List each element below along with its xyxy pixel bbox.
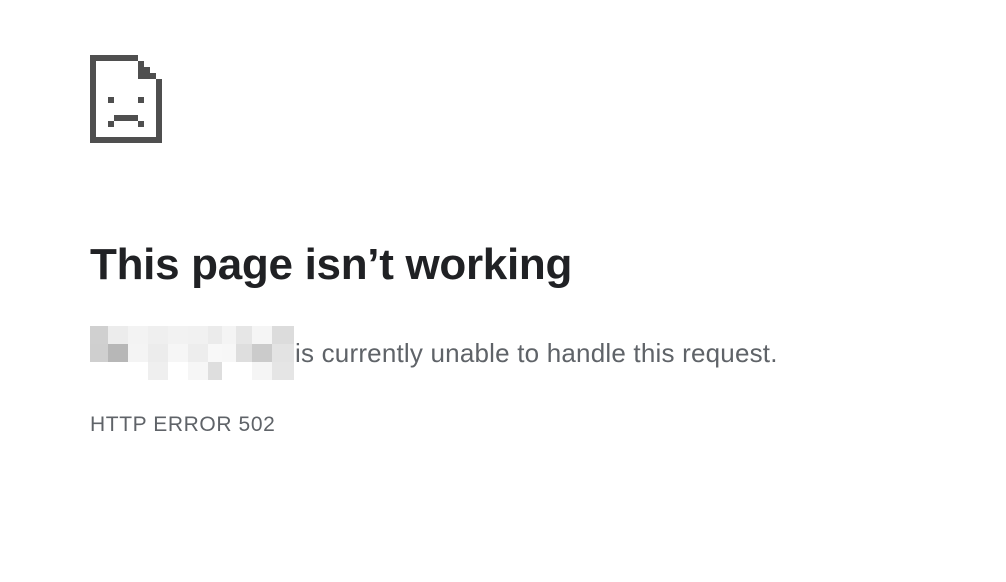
page-title: This page isn’t working — [90, 240, 573, 289]
redacted-host-pixelation — [90, 326, 294, 380]
sad-page-icon — [90, 55, 162, 143]
error-description: is currently unable to handle this reque… — [295, 337, 778, 368]
error-message: is currently unable to handle this reque… — [90, 326, 778, 380]
error-code: HTTP ERROR 502 — [90, 413, 276, 436]
